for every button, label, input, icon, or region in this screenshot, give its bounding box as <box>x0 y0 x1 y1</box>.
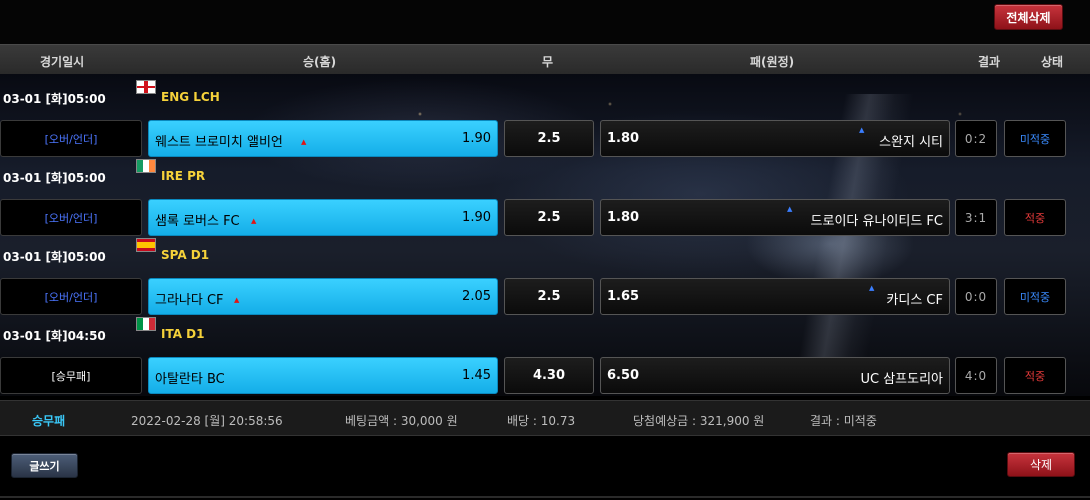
up-arrow-icon: ▲ <box>787 205 793 213</box>
down-arrow-icon: ▲ <box>251 217 257 225</box>
bet-type: [오버/언더] <box>0 199 142 236</box>
up-arrow-icon: ▲ <box>859 126 865 134</box>
summary-odds: 배당 : 10.73 <box>507 414 576 428</box>
table-header: 경기일시 승(홈) 무 패(원정) 결과 상태 <box>0 44 1090 74</box>
header-status: 상태 <box>1041 55 1064 69</box>
bet-type: [오버/언더] <box>0 120 142 157</box>
ireland-flag-icon <box>136 159 156 173</box>
home-team: 그라나다 CF <box>155 293 224 308</box>
league-row: 03-01 [화]05:00 ENG LCH <box>0 80 1090 106</box>
summary-bet-amount: 베팅금액 : 30,000 원 <box>345 414 458 428</box>
away-odds: 1.80 <box>607 210 640 225</box>
header-datetime: 경기일시 <box>40 55 85 69</box>
away-odds: 1.65 <box>607 289 640 304</box>
home-odds-button[interactable]: 그라나다 CF ▲ 2.05 <box>148 278 498 315</box>
match-datetime: 03-01 [화]05:00 <box>3 250 106 264</box>
home-odds: 1.45 <box>462 368 491 383</box>
away-odds: 6.50 <box>607 368 640 383</box>
england-flag-icon <box>136 80 156 94</box>
draw-odds-button[interactable]: 2.5 <box>504 120 594 157</box>
match-datetime: 03-01 [화]04:50 <box>3 329 106 343</box>
bet-row: [오버/언더] 그라나다 CF ▲ 2.05 2.5 1.65 ▲ 카디스 CF… <box>0 278 1090 315</box>
home-team: 아탈란타 BC <box>155 372 225 387</box>
up-arrow-icon: ▲ <box>869 284 875 292</box>
draw-odds-button[interactable]: 2.5 <box>504 199 594 236</box>
bet-type: [승무패] <box>0 357 142 394</box>
draw-odds-button[interactable]: 4.30 <box>504 357 594 394</box>
league-row: 03-01 [화]05:00 SPA D1 <box>0 238 1090 264</box>
top-bar <box>0 0 1090 44</box>
status-badge: 적중 <box>1004 357 1066 394</box>
home-odds: 1.90 <box>462 210 491 225</box>
summary-result: 결과 : 미적중 <box>810 414 877 428</box>
status-badge: 미적중 <box>1004 278 1066 315</box>
bet-type: [오버/언더] <box>0 278 142 315</box>
away-odds-button[interactable]: 1.80 ▲ 드로이다 유나이티드 FC <box>600 199 950 236</box>
header-home: 승(홈) <box>303 55 337 69</box>
match-datetime: 03-01 [화]05:00 <box>3 171 106 185</box>
away-team: 카디스 CF <box>886 293 943 308</box>
home-odds-button[interactable]: 아탈란타 BC 1.45 <box>148 357 498 394</box>
bet-row: [승무패] 아탈란타 BC 1.45 4.30 6.50 UC 삼프도리아 4:… <box>0 357 1090 394</box>
home-team: 샘록 로버스 FC <box>155 214 240 229</box>
match-score: 3:1 <box>955 199 997 236</box>
bet-summary: 승무패 2022-02-28 [월] 20:58:56 베팅금액 : 30,00… <box>0 400 1090 436</box>
status-badge: 적중 <box>1004 199 1066 236</box>
delete-button[interactable]: 삭제 <box>1007 452 1075 477</box>
league-row: 03-01 [화]05:00 IRE PR <box>0 159 1090 185</box>
delete-all-button[interactable]: 전체삭제 <box>994 4 1063 30</box>
summary-label: 승무패 <box>32 414 66 428</box>
away-odds-button[interactable]: 1.80 ▲ 스완지 시티 <box>600 120 950 157</box>
italy-flag-icon <box>136 317 156 331</box>
league-name: ENG LCH <box>161 90 220 104</box>
summary-expected-win: 당첨예상금 : 321,900 원 <box>633 414 765 428</box>
bet-row: [오버/언더] 웨스트 브로미치 앨비언 ▲ 1.90 2.5 1.80 ▲ 스… <box>0 120 1090 157</box>
match-score: 0:2 <box>955 120 997 157</box>
summary-datetime: 2022-02-28 [월] 20:58:56 <box>131 414 283 428</box>
away-team: UC 삼프도리아 <box>860 372 943 387</box>
away-team: 스완지 시티 <box>879 135 943 150</box>
header-away: 패(원정) <box>750 55 795 69</box>
header-draw: 무 <box>542 55 554 69</box>
league-name: SPA D1 <box>161 248 210 262</box>
match-score: 0:0 <box>955 278 997 315</box>
home-odds-button[interactable]: 샘록 로버스 FC ▲ 1.90 <box>148 199 498 236</box>
down-arrow-icon: ▲ <box>301 138 307 146</box>
match-list: 03-01 [화]05:00 ENG LCH [오버/언더] 웨스트 브로미치 … <box>0 74 1090 396</box>
home-team: 웨스트 브로미치 앨비언 <box>155 135 283 150</box>
down-arrow-icon: ▲ <box>234 296 240 304</box>
home-odds-button[interactable]: 웨스트 브로미치 앨비언 ▲ 1.90 <box>148 120 498 157</box>
divider <box>0 496 1090 498</box>
status-badge: 미적중 <box>1004 120 1066 157</box>
away-odds-button[interactable]: 1.65 ▲ 카디스 CF <box>600 278 950 315</box>
match-datetime: 03-01 [화]05:00 <box>3 92 106 106</box>
bet-row: [오버/언더] 샘록 로버스 FC ▲ 1.90 2.5 1.80 ▲ 드로이다… <box>0 199 1090 236</box>
league-row: 03-01 [화]04:50 ITA D1 <box>0 317 1090 343</box>
league-name: IRE PR <box>161 169 206 183</box>
header-result: 결과 <box>978 55 1001 69</box>
spain-flag-icon <box>136 238 156 252</box>
match-score: 4:0 <box>955 357 997 394</box>
away-odds: 1.80 <box>607 131 640 146</box>
away-odds-button[interactable]: 6.50 UC 삼프도리아 <box>600 357 950 394</box>
league-name: ITA D1 <box>161 327 205 341</box>
home-odds: 1.90 <box>462 131 491 146</box>
home-odds: 2.05 <box>462 289 491 304</box>
draw-odds-button[interactable]: 2.5 <box>504 278 594 315</box>
away-team: 드로이다 유나이티드 FC <box>810 214 943 229</box>
write-button[interactable]: 글쓰기 <box>11 453 78 478</box>
footer: 글쓰기 <box>0 436 1090 500</box>
